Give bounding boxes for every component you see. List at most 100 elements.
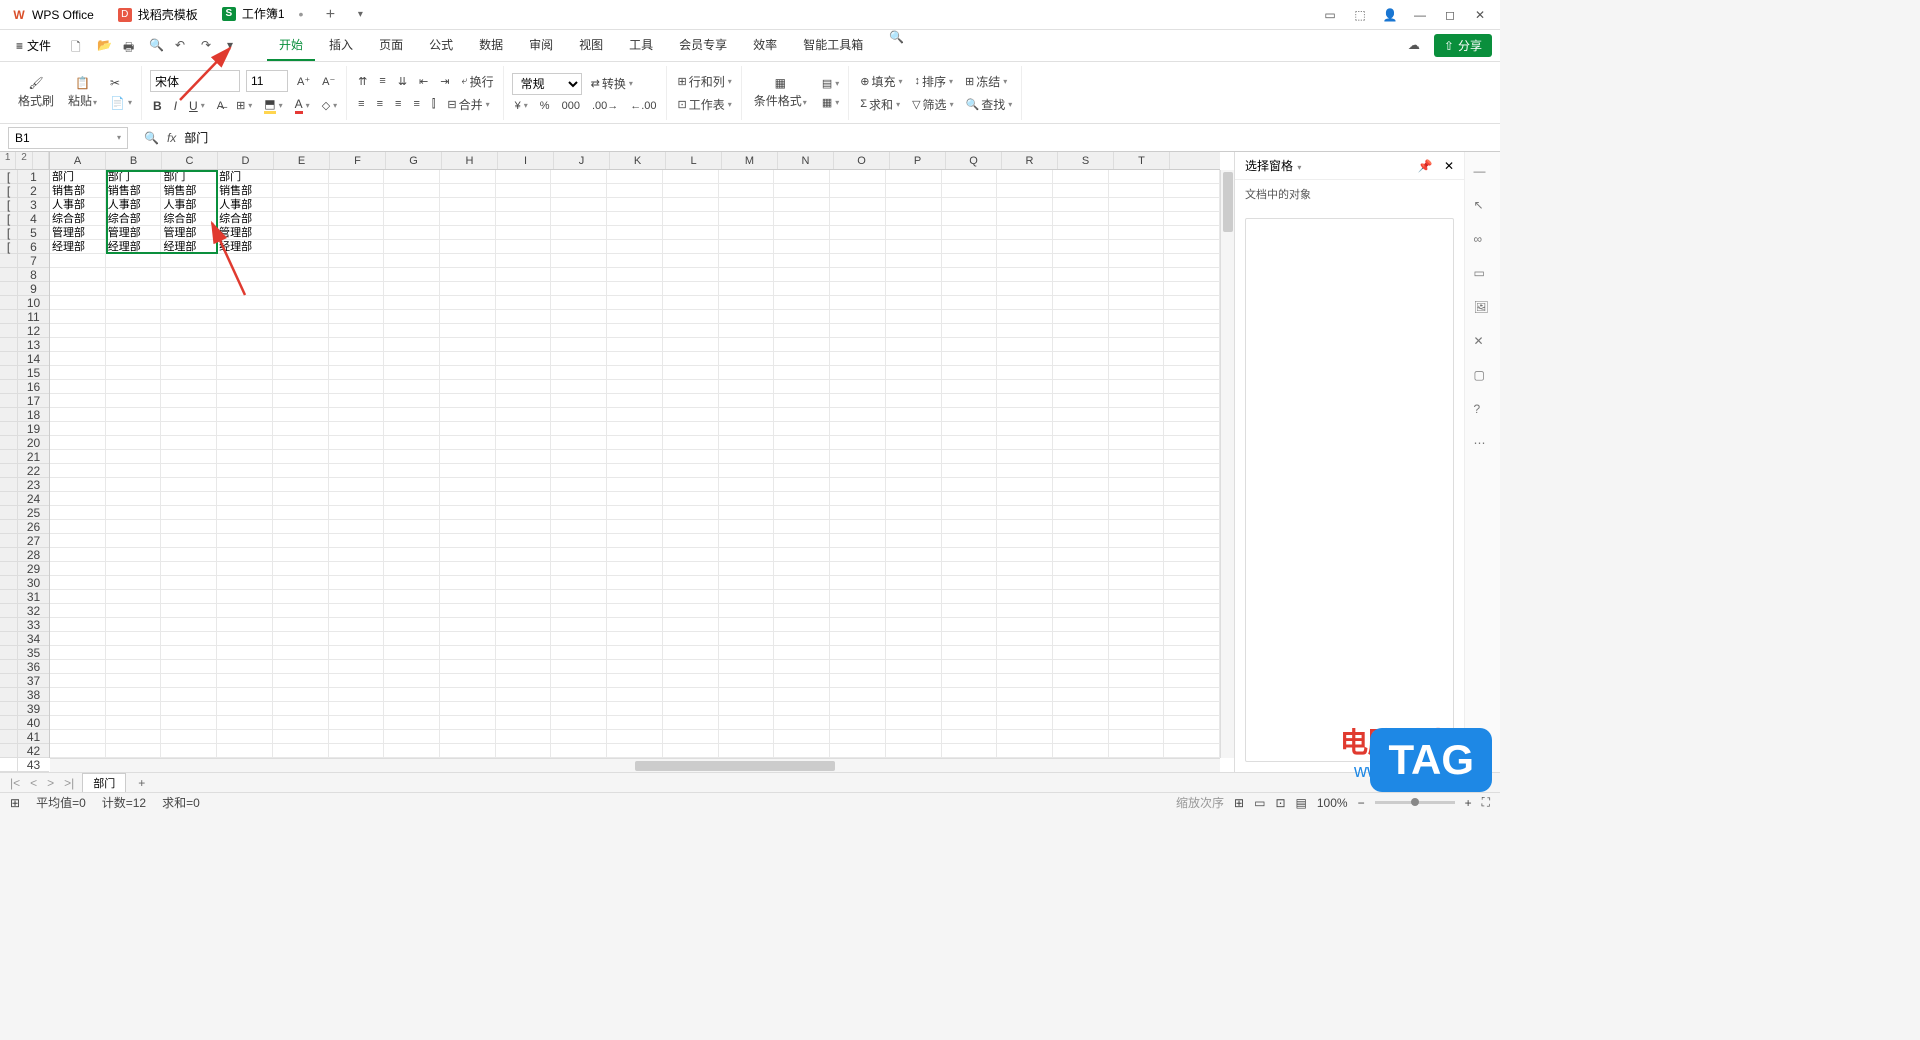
cell[interactable] bbox=[551, 604, 607, 618]
cell[interactable] bbox=[1164, 240, 1220, 254]
cell[interactable] bbox=[1109, 464, 1165, 478]
cell[interactable] bbox=[774, 730, 830, 744]
cell[interactable] bbox=[719, 380, 775, 394]
cell[interactable] bbox=[719, 478, 775, 492]
cell[interactable] bbox=[273, 744, 329, 758]
cell[interactable] bbox=[1109, 380, 1165, 394]
cell[interactable] bbox=[607, 324, 663, 338]
cell[interactable] bbox=[329, 464, 385, 478]
cell[interactable] bbox=[942, 268, 998, 282]
cell[interactable] bbox=[384, 534, 440, 548]
cell[interactable] bbox=[106, 632, 162, 646]
cell[interactable] bbox=[440, 324, 496, 338]
cell[interactable] bbox=[440, 240, 496, 254]
cell[interactable] bbox=[663, 296, 719, 310]
cell[interactable] bbox=[496, 268, 552, 282]
cell[interactable] bbox=[50, 394, 106, 408]
cell[interactable] bbox=[496, 254, 552, 268]
cell[interactable] bbox=[1109, 198, 1165, 212]
cell[interactable] bbox=[719, 450, 775, 464]
cell[interactable] bbox=[217, 422, 273, 436]
cell[interactable] bbox=[942, 394, 998, 408]
cell[interactable] bbox=[1109, 646, 1165, 660]
cell[interactable] bbox=[496, 520, 552, 534]
spreadsheet[interactable]: 12 ABCDEFGHIJKLMNOPQRST [1[2[3[4[5[67891… bbox=[0, 152, 1234, 772]
cell[interactable] bbox=[886, 716, 942, 730]
cell[interactable] bbox=[384, 394, 440, 408]
cell[interactable] bbox=[440, 716, 496, 730]
cell[interactable]: 经理部 bbox=[50, 240, 106, 254]
fill-color-button[interactable]: ⬒▾ bbox=[261, 96, 285, 115]
convert-button[interactable]: ⇄转换▾ bbox=[588, 74, 636, 93]
cell[interactable] bbox=[1164, 268, 1220, 282]
open-icon[interactable]: 📂 bbox=[97, 38, 113, 54]
cell[interactable]: 综合部 bbox=[50, 212, 106, 226]
view-reading-icon[interactable]: ▤ bbox=[1296, 796, 1307, 810]
cell[interactable] bbox=[50, 520, 106, 534]
cell[interactable] bbox=[329, 702, 385, 716]
cell[interactable] bbox=[106, 324, 162, 338]
cell[interactable] bbox=[329, 436, 385, 450]
cell[interactable] bbox=[663, 254, 719, 268]
cell[interactable] bbox=[942, 702, 998, 716]
cell[interactable] bbox=[440, 660, 496, 674]
cell[interactable] bbox=[942, 198, 998, 212]
cell[interactable] bbox=[496, 534, 552, 548]
backup-icon[interactable]: ▭ bbox=[1474, 266, 1492, 284]
cell[interactable] bbox=[496, 324, 552, 338]
row-header[interactable]: 26 bbox=[0, 520, 49, 534]
cell[interactable] bbox=[607, 436, 663, 450]
cell[interactable] bbox=[1053, 366, 1109, 380]
cell[interactable] bbox=[551, 492, 607, 506]
cell[interactable] bbox=[1164, 450, 1220, 464]
cut-button[interactable]: ✂ bbox=[107, 75, 135, 91]
col-header[interactable]: P bbox=[890, 152, 946, 169]
cell[interactable] bbox=[217, 506, 273, 520]
cell[interactable] bbox=[942, 716, 998, 730]
cell[interactable] bbox=[1053, 212, 1109, 226]
cell[interactable] bbox=[830, 450, 886, 464]
zoom-slider[interactable] bbox=[1375, 801, 1455, 804]
cell[interactable] bbox=[607, 380, 663, 394]
cell[interactable] bbox=[50, 408, 106, 422]
cell[interactable] bbox=[106, 366, 162, 380]
cell[interactable] bbox=[774, 394, 830, 408]
cell[interactable] bbox=[50, 534, 106, 548]
cell[interactable] bbox=[50, 366, 106, 380]
cell[interactable] bbox=[607, 226, 663, 240]
align-middle-button[interactable]: ≡ bbox=[376, 74, 388, 88]
cell[interactable] bbox=[217, 268, 273, 282]
row-header[interactable]: 41 bbox=[0, 730, 49, 744]
cell[interactable] bbox=[1053, 408, 1109, 422]
cell[interactable] bbox=[273, 464, 329, 478]
tab-template[interactable]: D 找稻壳模板 bbox=[106, 1, 210, 29]
cell[interactable] bbox=[1109, 548, 1165, 562]
row-header[interactable]: 27 bbox=[0, 534, 49, 548]
cell[interactable] bbox=[774, 478, 830, 492]
cell[interactable] bbox=[384, 590, 440, 604]
cell[interactable] bbox=[440, 282, 496, 296]
cell[interactable] bbox=[719, 226, 775, 240]
cell[interactable] bbox=[997, 366, 1053, 380]
cell[interactable] bbox=[942, 618, 998, 632]
cell[interactable] bbox=[886, 730, 942, 744]
cell[interactable] bbox=[942, 254, 998, 268]
row-header[interactable]: 35 bbox=[0, 646, 49, 660]
cell[interactable] bbox=[496, 282, 552, 296]
cell[interactable] bbox=[942, 366, 998, 380]
decrease-font-button[interactable]: A⁻ bbox=[319, 74, 338, 89]
sheet-last-icon[interactable]: >| bbox=[62, 776, 76, 790]
cell[interactable] bbox=[1053, 268, 1109, 282]
cell[interactable] bbox=[217, 604, 273, 618]
cell[interactable]: 部门 bbox=[106, 170, 162, 184]
cell[interactable] bbox=[997, 646, 1053, 660]
tab-vip[interactable]: 会员专享 bbox=[667, 30, 739, 61]
row-header[interactable]: 11 bbox=[0, 310, 49, 324]
cell[interactable] bbox=[106, 352, 162, 366]
cell[interactable] bbox=[997, 632, 1053, 646]
cell[interactable] bbox=[551, 422, 607, 436]
cell[interactable] bbox=[1053, 590, 1109, 604]
cell[interactable] bbox=[551, 702, 607, 716]
cell[interactable] bbox=[830, 674, 886, 688]
cell[interactable] bbox=[830, 660, 886, 674]
